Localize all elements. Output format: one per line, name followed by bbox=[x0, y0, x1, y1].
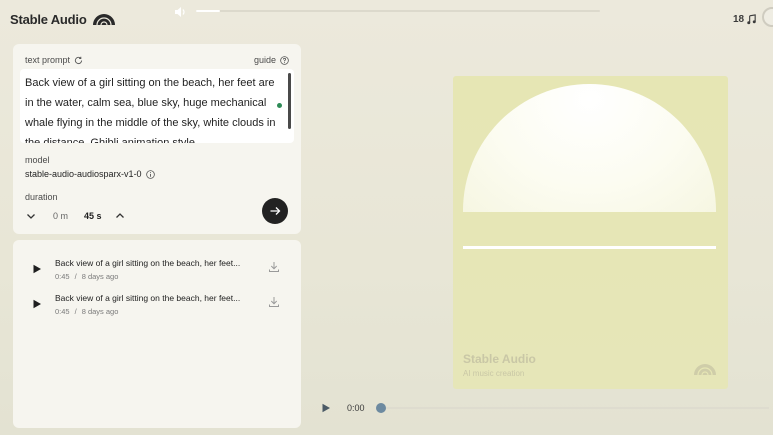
track-title: Back view of a girl sitting on the beach… bbox=[55, 258, 241, 268]
duration-label: duration bbox=[25, 192, 58, 202]
guide-label: guide bbox=[253, 55, 276, 65]
play-icon[interactable] bbox=[32, 264, 42, 274]
play-icon[interactable] bbox=[32, 299, 42, 309]
track-length: 0:45 bbox=[55, 307, 70, 316]
chevron-down-icon[interactable] bbox=[25, 210, 37, 222]
track-age: 8 days ago bbox=[81, 272, 119, 281]
duration-seconds: 45 s bbox=[84, 211, 102, 221]
chevron-up-icon[interactable] bbox=[114, 210, 126, 222]
arrow-right-icon bbox=[270, 207, 281, 215]
brand[interactable]: Stable Audio bbox=[10, 10, 116, 28]
cover-horizon bbox=[463, 246, 716, 249]
download-icon[interactable] bbox=[268, 296, 280, 308]
track-separator: / bbox=[74, 307, 77, 316]
list-item[interactable]: Back view of a girl sitting on the beach… bbox=[13, 256, 301, 286]
track-length: 0:45 bbox=[55, 272, 70, 281]
generate-button[interactable] bbox=[262, 198, 288, 224]
track-meta: 0:45 / 8 days ago bbox=[55, 272, 118, 281]
credits-counter[interactable]: 18 bbox=[733, 12, 757, 26]
play-icon[interactable] bbox=[321, 403, 331, 413]
download-icon[interactable] bbox=[268, 261, 280, 273]
track-age: 8 days ago bbox=[81, 307, 119, 316]
track-meta: 0:45 / 8 days ago bbox=[55, 307, 118, 316]
prompt-textarea[interactable]: Back view of a girl sitting on the beach… bbox=[20, 69, 294, 143]
seek-handle[interactable] bbox=[376, 403, 386, 413]
cover-art: Stable Audio AI music creation bbox=[453, 76, 728, 389]
cover-subtitle: AI music creation bbox=[463, 369, 525, 378]
cover-sun bbox=[463, 84, 716, 212]
top-bar: Stable Audio 18 bbox=[0, 0, 773, 36]
brand-name: Stable Audio bbox=[10, 11, 87, 27]
refresh-icon[interactable] bbox=[74, 56, 83, 65]
prompt-panel: text prompt guide Back view of a girl si… bbox=[13, 44, 301, 234]
duration-control: 0 m 45 s bbox=[25, 209, 126, 223]
track-separator: / bbox=[74, 272, 77, 281]
prompt-label: text prompt bbox=[25, 55, 71, 65]
track-title: Back view of a girl sitting on the beach… bbox=[55, 293, 241, 303]
history-panel: Back view of a girl sitting on the beach… bbox=[13, 240, 301, 428]
prompt-text: Back view of a girl sitting on the beach… bbox=[25, 77, 276, 143]
model-selector[interactable]: stable-audio-audiosparx-v1-0 bbox=[25, 169, 155, 179]
audio-player: 0:00 bbox=[304, 395, 773, 425]
list-item[interactable]: Back view of a girl sitting on the beach… bbox=[13, 291, 301, 321]
info-circle-icon[interactable] bbox=[145, 169, 155, 179]
seek-bar[interactable] bbox=[381, 407, 769, 409]
duration-minutes: 0 m bbox=[53, 211, 69, 221]
question-circle-icon bbox=[280, 55, 289, 65]
player-time: 0:00 bbox=[347, 403, 365, 413]
volume-level bbox=[196, 10, 221, 12]
status-dot bbox=[277, 103, 282, 108]
prompt-header: text prompt guide bbox=[25, 53, 289, 67]
cover-title: Stable Audio bbox=[463, 352, 536, 366]
stable-audio-logo-icon bbox=[694, 364, 716, 376]
model-value: stable-audio-audiosparx-v1-0 bbox=[25, 169, 142, 179]
prompt-scrollbar[interactable] bbox=[288, 73, 291, 129]
speaker-icon[interactable] bbox=[173, 5, 187, 19]
preview-area: Stable Audio AI music creation 0:00 bbox=[304, 40, 773, 435]
credits-value: 18 bbox=[733, 13, 745, 25]
avatar[interactable] bbox=[762, 7, 773, 27]
stable-audio-logo-icon bbox=[92, 14, 115, 26]
guide-link[interactable]: guide bbox=[254, 55, 289, 65]
music-note-icon bbox=[747, 13, 756, 24]
model-label: model bbox=[25, 155, 50, 165]
volume-slider[interactable] bbox=[196, 10, 600, 12]
